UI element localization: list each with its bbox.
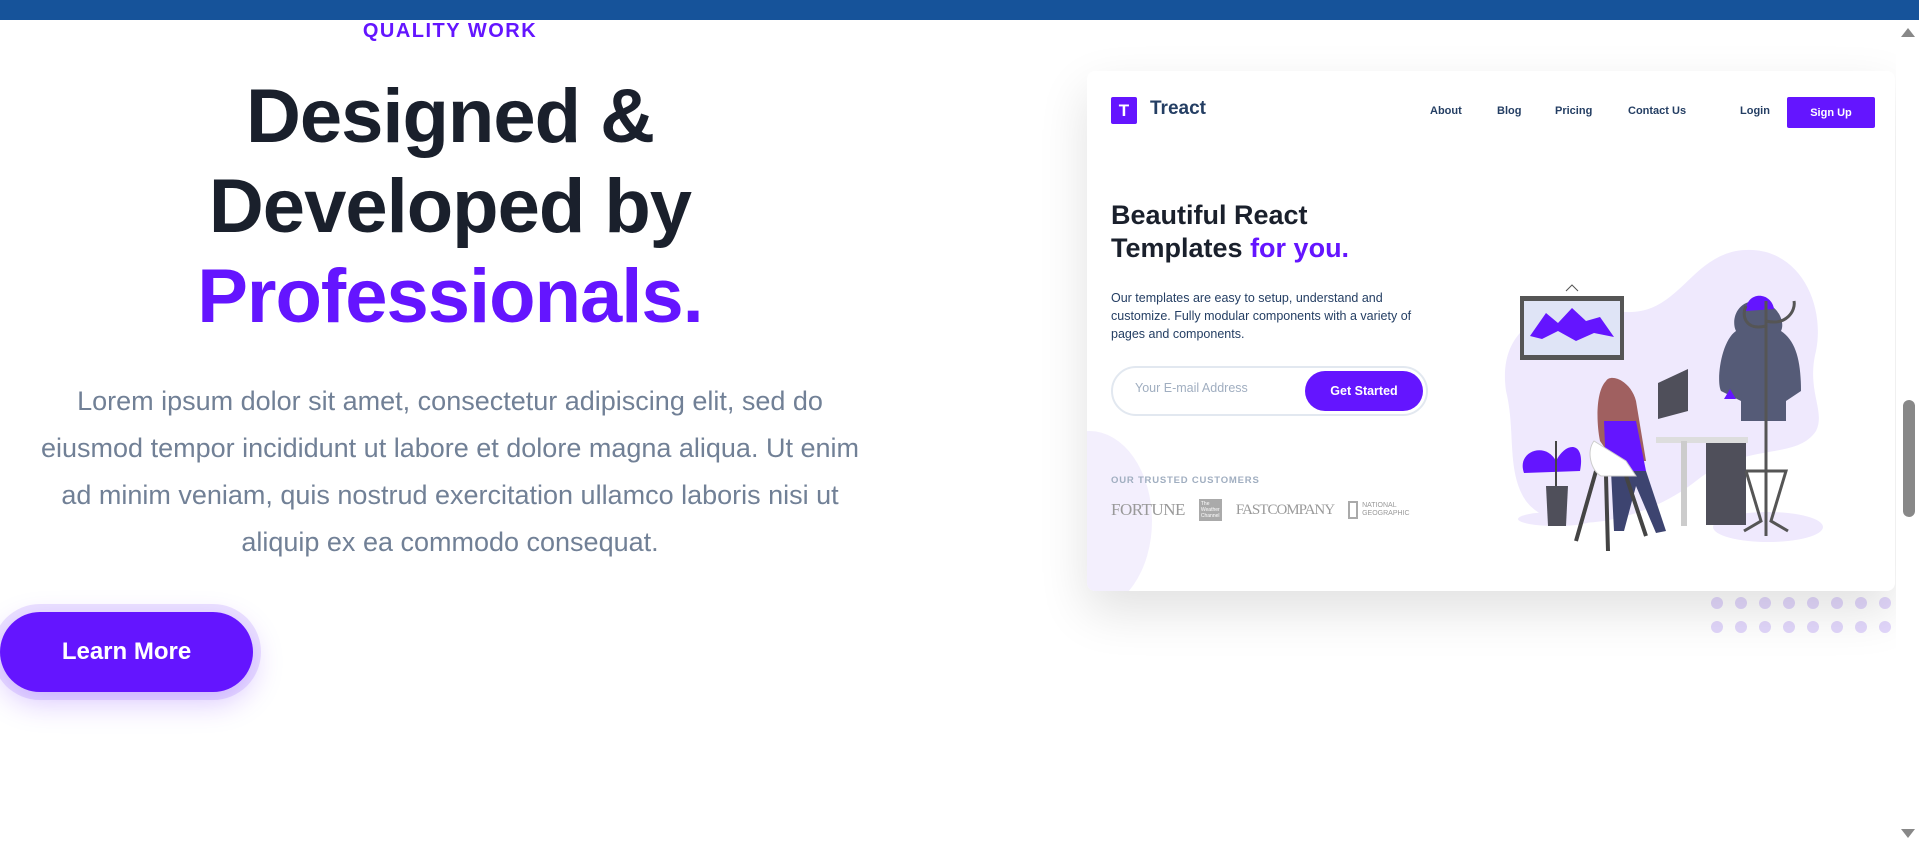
customer-logos: FORTUNE The Weather Channel FASTCOMPANY … <box>1111 499 1410 521</box>
trusted-customers-label: OUR TRUSTED CUSTOMERS <box>1111 475 1260 486</box>
title-line-1: Beautiful React <box>1111 200 1308 230</box>
nav-login[interactable]: Login <box>1740 105 1770 117</box>
nav-pricing[interactable]: Pricing <box>1555 105 1592 117</box>
weather-channel-logo: The Weather Channel <box>1198 499 1222 521</box>
preview-description: Our templates are easy to setup, underst… <box>1111 291 1412 341</box>
email-form: Get Started <box>1111 366 1428 416</box>
get-started-button[interactable]: Get Started <box>1305 371 1423 411</box>
fast-company-logo: FASTCOMPANY <box>1235 501 1335 518</box>
email-input[interactable] <box>1135 381 1285 395</box>
heading-line-2: Developed by <box>208 164 692 249</box>
brand-logo-icon[interactable]: T <box>1111 97 1137 124</box>
heading-line-1: Designed & <box>245 74 655 159</box>
scrollbar-thumb[interactable] <box>1903 400 1915 517</box>
preview-title: Beautiful React Templates for you. <box>1111 199 1349 265</box>
learn-more-button[interactable]: Learn More <box>0 612 253 692</box>
heading-accent: Professionals. <box>197 254 704 339</box>
hero-heading: Designed & Developed by Professionals. <box>0 72 900 342</box>
brand-name[interactable]: Treact <box>1150 98 1206 120</box>
title-line-2: Templates <box>1111 233 1243 263</box>
scroll-down-arrow-icon[interactable] <box>1901 829 1915 838</box>
nav-about[interactable]: About <box>1430 105 1462 117</box>
signup-button[interactable]: Sign Up <box>1787 97 1875 128</box>
browser-top-bar <box>0 0 1919 20</box>
fortune-logo: FORTUNE <box>1111 500 1185 519</box>
scroll-up-arrow-icon[interactable] <box>1901 28 1915 37</box>
subheading: QUALITY WORK <box>362 20 538 42</box>
decorative-dots <box>1711 597 1891 633</box>
national-geographic-logo: NATIONAL GEOGRAPHIC <box>1348 501 1410 519</box>
template-preview-card: T Treact About Blog Pricing Contact Us L… <box>1087 71 1895 591</box>
nav-contact[interactable]: Contact Us <box>1628 105 1686 117</box>
title-accent: for you. <box>1250 233 1350 263</box>
workspace-illustration <box>1504 249 1823 552</box>
nav-blog[interactable]: Blog <box>1497 105 1521 117</box>
hero-description: Lorem ipsum dolor sit amet, consectetur … <box>41 386 859 557</box>
